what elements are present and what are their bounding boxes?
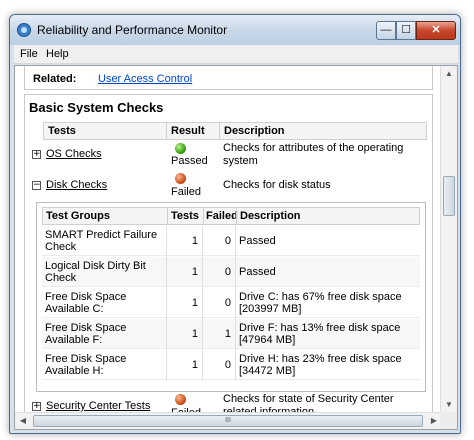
window-title: Reliability and Performance Monitor	[37, 23, 228, 37]
table-row: Logical Disk Dirty Bit Check 1 0 Passed	[42, 257, 420, 287]
group-tests: 1	[191, 328, 198, 340]
group-description: Passed	[239, 235, 276, 247]
group-name: SMART Predict Failure Check	[45, 229, 158, 253]
group-failed: 0	[224, 266, 231, 278]
group-tests: 1	[191, 297, 198, 309]
menu-bar: File Help	[14, 45, 458, 64]
report-content: Related: User Acess Control Basic System…	[14, 65, 458, 430]
col-group-description[interactable]: Description	[240, 210, 301, 222]
scroll-down-icon[interactable]: ▼	[442, 397, 456, 413]
collapse-disk-checks-icon[interactable]: −	[32, 181, 41, 190]
group-failed: 0	[224, 297, 231, 309]
minimize-button[interactable]: —	[376, 21, 396, 40]
group-description: Drive C: has 67% free disk space [203997…	[239, 291, 402, 315]
table-row: SMART Predict Failure Check 1 0 Passed	[42, 226, 420, 256]
col-result[interactable]: Result	[171, 125, 205, 137]
table-row: Free Disk Space Available F: 1 1 Drive F…	[42, 319, 420, 349]
scroll-left-icon[interactable]: ◀	[15, 413, 31, 429]
disk-checks-result: Failed	[171, 186, 201, 198]
group-description: Drive H: has 23% free disk space [34472 …	[239, 353, 402, 377]
group-failed: 0	[224, 235, 231, 247]
monitor-app-icon	[17, 23, 31, 37]
title-bar[interactable]: Reliability and Performance Monitor — ☐ …	[10, 15, 460, 45]
expand-security-center-icon[interactable]: +	[32, 402, 41, 411]
group-failed: 1	[224, 328, 231, 340]
os-checks-result: Passed	[171, 155, 208, 167]
group-name: Free Disk Space Available C:	[45, 291, 127, 315]
col-group-failed[interactable]: Failed	[206, 210, 238, 222]
group-failed: 0	[224, 359, 231, 371]
maximize-button[interactable]: ☐	[396, 21, 416, 40]
group-tests: 1	[191, 266, 198, 278]
related-label: Related:	[33, 73, 77, 85]
security-center-tests-link[interactable]: Security Center Tests	[46, 400, 150, 412]
table-row: Free Disk Space Available H: 1 0 Drive H…	[42, 350, 420, 380]
passed-status-icon	[175, 143, 186, 154]
failed-status-icon	[175, 394, 186, 405]
horizontal-scroll-thumb[interactable]: III	[33, 415, 423, 427]
col-group-tests[interactable]: Tests	[171, 210, 199, 222]
group-description: Passed	[239, 266, 276, 278]
app-window: Reliability and Performance Monitor — ☐ …	[9, 14, 461, 434]
group-name: Free Disk Space Available F:	[45, 322, 127, 346]
group-tests: 1	[191, 235, 198, 247]
close-button[interactable]: ✕	[416, 21, 456, 40]
failed-status-icon	[175, 173, 186, 184]
related-row: Related: User Acess Control	[33, 71, 433, 87]
horizontal-scrollbar[interactable]: ◀ III ▶	[15, 412, 442, 429]
group-name: Logical Disk Dirty Bit Check	[45, 260, 146, 284]
expand-os-checks-icon[interactable]: +	[32, 150, 41, 159]
disk-groups-header: Test Groups Tests Failed Description	[42, 207, 420, 225]
group-description: Drive F: has 13% free disk space [47964 …	[239, 322, 401, 346]
disk-checks-link[interactable]: Disk Checks	[46, 179, 107, 191]
section-title: Basic System Checks	[29, 100, 164, 115]
menu-file[interactable]: File	[20, 48, 38, 60]
col-test-groups[interactable]: Test Groups	[46, 210, 110, 222]
menu-help[interactable]: Help	[46, 48, 69, 60]
disk-checks-description: Checks for disk status	[223, 179, 331, 191]
scroll-up-icon[interactable]: ▲	[442, 66, 456, 82]
os-checks-description: Checks for attributes of the operating s…	[223, 142, 404, 167]
col-description[interactable]: Description	[224, 125, 285, 137]
group-name: Free Disk Space Available H:	[45, 353, 127, 377]
tests-table-header: Tests Result Description	[43, 122, 427, 140]
user-access-control-link[interactable]: User Acess Control	[98, 73, 192, 85]
col-tests[interactable]: Tests	[48, 125, 76, 137]
vertical-scrollbar[interactable]: ▲ ▼	[440, 66, 457, 413]
vertical-scroll-thumb[interactable]	[443, 176, 455, 216]
group-tests: 1	[191, 359, 198, 371]
scroll-corner	[440, 412, 457, 429]
table-row: Free Disk Space Available C: 1 0 Drive C…	[42, 288, 420, 318]
os-checks-link[interactable]: OS Checks	[46, 148, 102, 160]
